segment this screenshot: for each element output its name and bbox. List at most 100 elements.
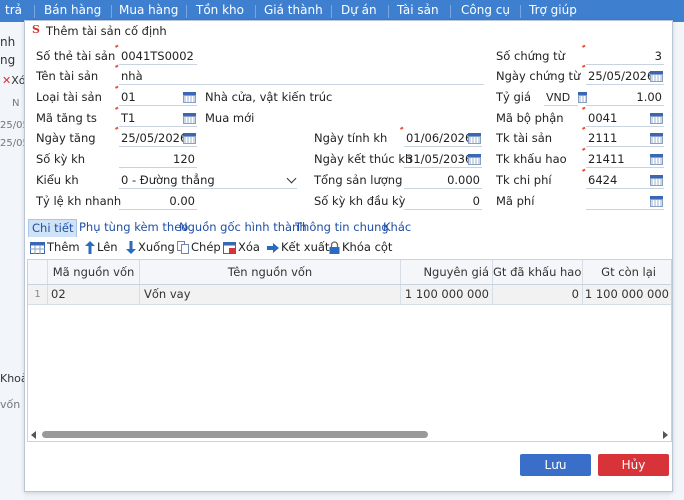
menu-tro-giup[interactable]: Trợ giúp (529, 3, 577, 17)
scroll-right-icon[interactable] (663, 431, 668, 439)
tab-general-info[interactable]: Thông tin chung (295, 219, 389, 236)
lookup-icon[interactable] (650, 196, 663, 207)
accumulated-depreciation-cell[interactable]: 0 (493, 285, 583, 304)
source-code-cell[interactable]: 02 (48, 285, 140, 304)
delete-row-button[interactable]: Xóa (223, 239, 260, 255)
voucher-number-field[interactable]: 3 (586, 48, 664, 65)
depreciation-account-label: Tk khấu hao (496, 152, 567, 166)
lookup-icon[interactable] (650, 133, 663, 144)
menu-mua-hang[interactable]: Mua hàng (119, 3, 178, 17)
menu-ton-kho[interactable]: Tồn kho (196, 3, 244, 17)
expense-code-field[interactable] (586, 193, 664, 210)
column-header[interactable]: Gt còn lại (583, 260, 671, 284)
menu-separator (255, 5, 256, 18)
background-panel: nh ng ✕Xó N 25/05 25/05 Khoả vốn (0, 22, 29, 500)
menu-cong-cu[interactable]: Công cụ (461, 3, 510, 17)
copy-icon (177, 241, 189, 254)
calendar-icon[interactable] (468, 133, 481, 144)
opening-periods-field[interactable]: 0 (404, 193, 482, 210)
menu-separator (331, 5, 332, 18)
horizontal-scrollbar[interactable] (28, 428, 671, 441)
menu-separator (520, 5, 521, 18)
department-code-field[interactable]: 0041 (586, 110, 664, 127)
original-cost-cell[interactable]: 1 100 000 000 (401, 285, 493, 304)
background-text: vốn (0, 398, 21, 411)
voucher-date-label: Ngày chứng từ (496, 69, 581, 83)
menu-separator (186, 5, 187, 18)
asset-code-label: Số thẻ tài sản (36, 49, 116, 63)
exchange-rate-label: Tỷ giá (496, 90, 532, 104)
depreciation-end-field[interactable]: 31/05/2036 (404, 151, 482, 168)
save-button[interactable]: Lưu (520, 454, 591, 476)
dialog-titlebar[interactable]: S Thêm tài sản cố định (25, 21, 672, 41)
depreciation-start-field[interactable]: 01/06/2026 (404, 130, 482, 147)
background-delete-button[interactable]: ✕Xó (2, 74, 25, 87)
add-asset-dialog: S Thêm tài sản cố định Số thẻ tài sản 00… (24, 20, 673, 492)
expense-account-field[interactable]: 6424 (586, 172, 664, 189)
background-text: ng (0, 53, 16, 67)
scroll-left-icon[interactable] (31, 431, 36, 439)
depreciation-method-select[interactable]: 0 - Đường thẳng (119, 172, 297, 189)
tab-detail[interactable]: Chi tiết (28, 219, 78, 237)
total-output-label: Tổng sản lượng (314, 173, 403, 187)
column-header[interactable]: Tên nguồn vốn (140, 260, 401, 284)
increase-date-field[interactable]: 25/05/2026 (119, 130, 197, 147)
increase-code-field[interactable]: T1 (119, 110, 197, 127)
calendar-icon[interactable] (183, 133, 196, 144)
calendar-icon[interactable] (650, 71, 663, 82)
exchange-rate-field[interactable]: 1.00 (586, 89, 664, 106)
tab-origin[interactable]: Nguồn gốc hình thành (179, 219, 307, 236)
voucher-date-field[interactable]: 25/05/2026 (586, 68, 664, 85)
column-header[interactable]: Mã nguồn vốn (48, 260, 140, 284)
move-up-button[interactable]: Lên (85, 239, 118, 255)
add-row-button[interactable]: Thêm (30, 239, 80, 255)
asset-account-field[interactable]: 2111 (586, 130, 664, 147)
column-header[interactable]: Nguyên giá (401, 260, 493, 284)
menu-tra[interactable]: trả (5, 3, 22, 17)
total-output-field[interactable]: 0.000 (404, 172, 482, 189)
lookup-icon[interactable] (650, 154, 663, 165)
opening-periods-label: Số kỳ kh đầu kỳ (314, 194, 406, 208)
asset-code-field[interactable]: 0041TS0002 (119, 48, 197, 65)
grid-header: Mã nguồn vốn Tên nguồn vốn Nguyên giá Gt… (28, 260, 671, 285)
menu-separator (34, 5, 35, 18)
lookup-icon[interactable] (183, 92, 196, 103)
background-text: N (12, 98, 20, 109)
lookup-icon[interactable] (650, 113, 663, 124)
tab-other[interactable]: Khác (383, 219, 411, 236)
table-row[interactable]: 1 02 Vốn vay 1 100 000 000 0 1 100 000 0… (28, 285, 671, 305)
export-button[interactable]: Kết xuất (267, 239, 329, 255)
copy-row-button[interactable]: Chép (177, 239, 221, 255)
tab-accessories[interactable]: Phụ tùng kèm theo (79, 219, 188, 236)
fast-depreciation-rate-label: Tỷ lệ kh nhanh (36, 194, 122, 208)
scrollbar-thumb[interactable] (42, 431, 428, 438)
remaining-value-cell[interactable]: 1 100 000 000 (583, 285, 671, 304)
menu-du-an[interactable]: Dự án (341, 3, 377, 17)
depreciation-account-field[interactable]: 21411 (586, 151, 664, 168)
background-text: nh (0, 35, 16, 49)
column-header[interactable]: Gt đã khấu hao (493, 260, 583, 284)
delete-icon (223, 241, 236, 254)
asset-type-description: Nhà cửa, vật kiến trúc (205, 90, 333, 104)
asset-type-field[interactable]: 01 (119, 89, 197, 106)
asset-name-field[interactable]: nhà (119, 68, 484, 85)
cancel-button[interactable]: Hủy (598, 454, 669, 476)
calendar-icon[interactable] (468, 154, 481, 165)
increase-code-label: Mã tăng ts (36, 111, 97, 125)
currency-field[interactable]: VND (544, 89, 587, 106)
menu-ban-hang[interactable]: Bán hàng (44, 3, 101, 17)
lookup-icon[interactable] (650, 175, 663, 186)
move-down-button[interactable]: Xuống (126, 239, 175, 255)
row-number-header (28, 260, 48, 284)
grid-add-icon (30, 241, 45, 254)
menu-gia-thanh[interactable]: Giá thành (264, 3, 323, 17)
lookup-icon[interactable] (183, 113, 196, 124)
source-name-cell[interactable]: Vốn vay (140, 285, 401, 304)
depreciation-periods-field[interactable]: 120 (119, 151, 197, 168)
fast-depreciation-rate-field[interactable]: 0.00 (119, 193, 197, 210)
arrow-down-icon (126, 241, 136, 254)
lock-column-button[interactable]: Khóa cột (329, 239, 392, 255)
expense-account-label: Tk chi phí (496, 173, 552, 187)
increase-date-label: Ngày tăng (36, 131, 96, 145)
menu-tai-san[interactable]: Tài sản (397, 3, 439, 17)
